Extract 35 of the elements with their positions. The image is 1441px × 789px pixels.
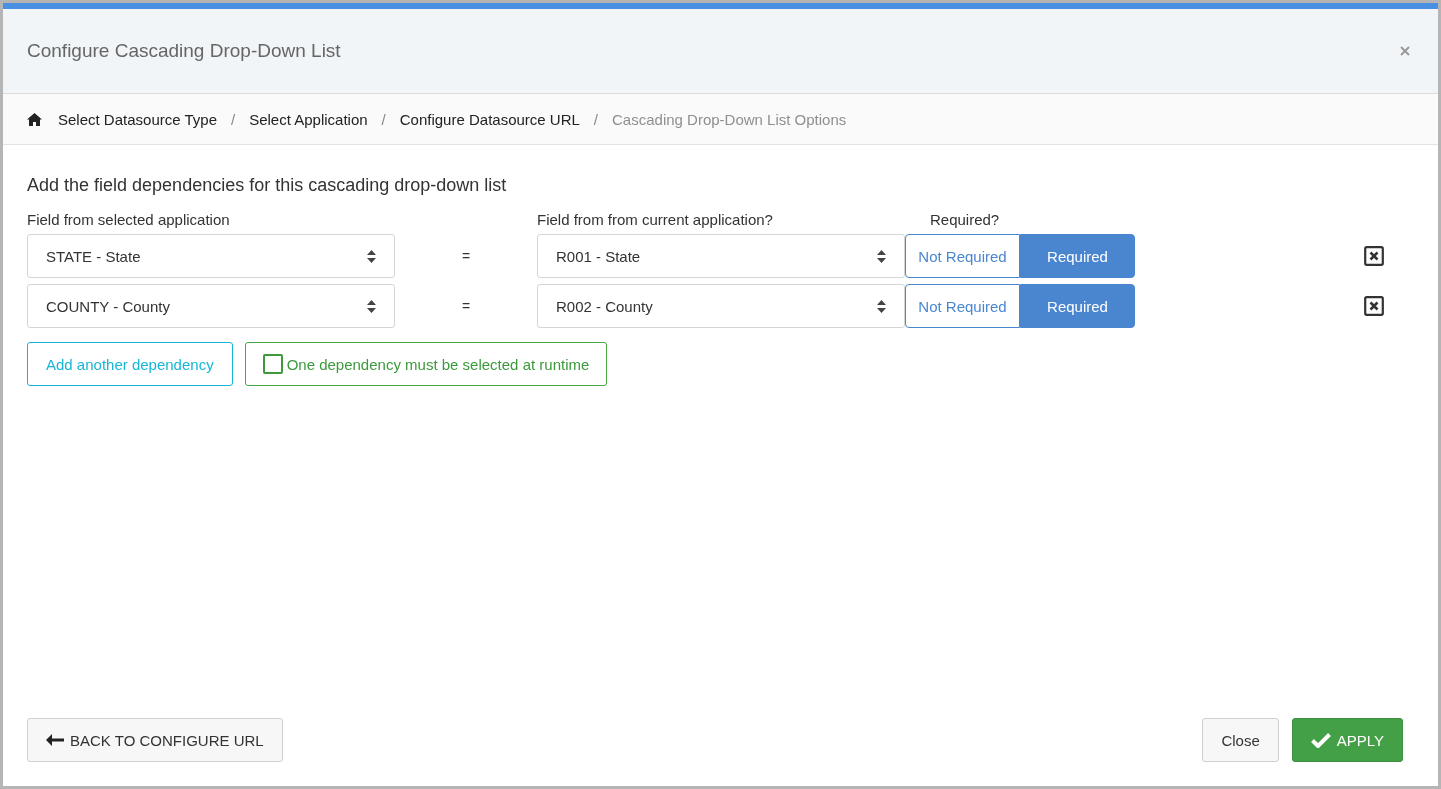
close-button[interactable]: Close [1202,718,1279,762]
equals-sign: = [460,298,472,314]
source-field-select[interactable]: STATE - State [27,234,395,278]
target-field-select[interactable]: R002 - County [537,284,905,328]
sort-caret-icon [367,299,376,313]
remove-icon[interactable] [1364,246,1384,266]
back-button[interactable]: BACK TO CONFIGURE URL [27,718,283,762]
breadcrumb-item[interactable]: Select Datasource Type [58,110,217,128]
column-label: Field from selected application [27,211,231,228]
sort-caret-icon [367,249,376,263]
equals-sign: = [460,248,472,264]
required-toggle-option[interactable]: Not Required [905,234,1020,278]
column-label: Field from from current application? [537,211,774,228]
breadcrumb-separator: / [231,110,236,128]
runtime-checkbox-button[interactable]: One dependency must be selected at runtime [244,342,608,386]
checkmark-icon [1310,732,1331,748]
breadcrumb-item: Cascading Drop-Down List Options [612,110,847,128]
required-toggle-option[interactable]: Required [1020,234,1135,278]
checkbox[interactable] [262,354,283,374]
required-toggle-option[interactable]: Not Required [905,284,1020,328]
target-field-select[interactable]: R001 - State [537,234,905,278]
sort-caret-icon [877,249,886,263]
remove-icon[interactable] [1364,296,1384,316]
arrow-left-icon [46,734,64,746]
breadcrumb-item[interactable]: Configure Datasource URL [399,110,580,128]
required-toggle-option[interactable]: Required [1020,284,1135,328]
breadcrumb-separator: / [593,110,598,128]
home-icon[interactable] [27,112,42,126]
section-heading: Add the field dependencies for this cascading drop-down list [27,175,508,196]
dialog-title: Configure Cascading Drop-Down List [27,40,341,62]
breadcrumb-separator: / [381,110,386,128]
sort-caret-icon [877,299,886,313]
breadcrumb-item[interactable]: Select Application [249,110,368,128]
source-field-select[interactable]: COUNTY - County [27,284,395,328]
column-label: Required? [930,211,1001,228]
